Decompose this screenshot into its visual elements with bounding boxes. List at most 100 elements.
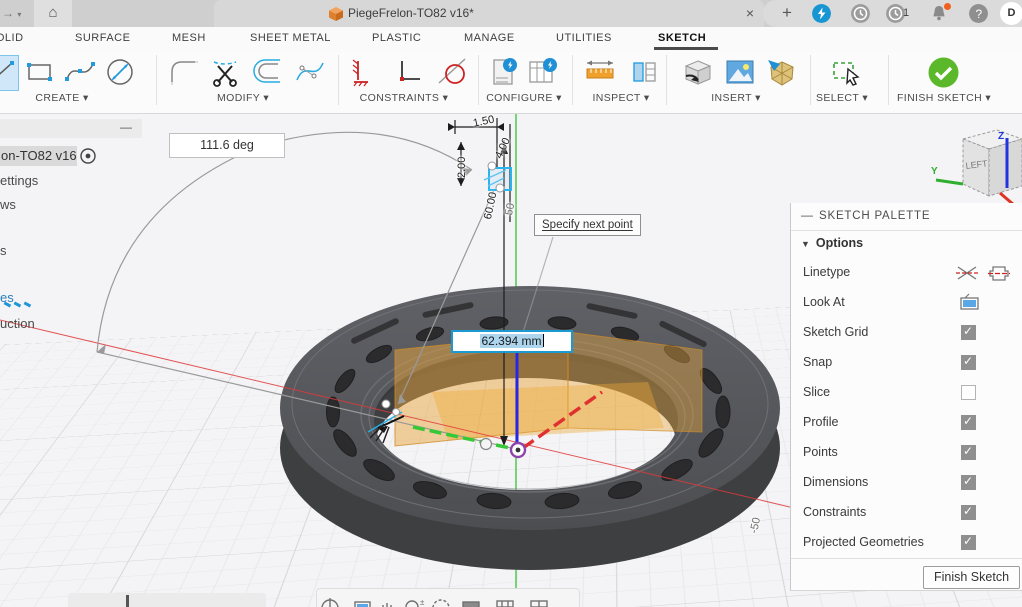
document-title: PiegeFrelon-TO82 v16*: [348, 0, 474, 27]
browser-item-views[interactable]: ws: [0, 197, 16, 212]
tab-sheet-metal[interactable]: SHEET METAL: [250, 27, 331, 50]
tab-close-icon[interactable]: ×: [740, 0, 760, 27]
browser-item-construction[interactable]: uction: [0, 316, 35, 331]
finish-sketch-button[interactable]: Finish Sketch: [923, 566, 1020, 589]
job-status-icon[interactable]: [812, 4, 831, 23]
row-label-constraints: Constraints: [803, 505, 866, 519]
group-label-create[interactable]: CREATE ▾: [35, 92, 88, 104]
points-checkbox[interactable]: [961, 445, 976, 460]
prompt-tooltip: Specify next point: [534, 214, 641, 236]
spline-tool-icon[interactable]: [64, 56, 96, 88]
tab-mesh[interactable]: MESH: [172, 27, 206, 50]
row-label-projected-geometries: Projected Geometries: [803, 535, 924, 549]
rectangle-tool-icon[interactable]: [24, 56, 56, 88]
row-label-look-at: Look At: [803, 295, 845, 309]
pending-jobs-count: 1: [903, 7, 909, 19]
home-button[interactable]: ⌂: [34, 0, 72, 27]
sketch-grid-checkbox[interactable]: [961, 325, 976, 340]
row-label-slice: Slice: [803, 385, 830, 399]
viewcube[interactable]: LEFT Z Y: [930, 124, 1022, 209]
svg-text:?: ?: [976, 7, 983, 21]
timeline-playhead[interactable]: [126, 595, 129, 607]
tangent-constraint-icon[interactable]: [436, 56, 468, 88]
fillet-tool-icon[interactable]: [168, 56, 200, 88]
group-label-modify[interactable]: MODIFY ▾: [217, 92, 269, 104]
palette-title: SKETCH PALETTE: [819, 210, 930, 222]
browser-item-settings[interactable]: ettings: [0, 173, 38, 188]
tab-manage[interactable]: MANAGE: [464, 27, 515, 50]
fit-icon: [433, 600, 449, 607]
construction-linetype-icon[interactable]: [955, 263, 979, 283]
dimensions-checkbox[interactable]: [961, 475, 976, 490]
user-avatar[interactable]: D: [1000, 2, 1022, 25]
viewcube-z-label: Z: [998, 131, 1004, 142]
slice-checkbox[interactable]: [961, 385, 976, 400]
configuration-table-icon[interactable]: [526, 56, 558, 88]
group-label-configure[interactable]: CONFIGURE ▾: [486, 92, 562, 104]
timeline-strip[interactable]: [68, 593, 266, 607]
browser-minimize-button[interactable]: —: [120, 119, 136, 138]
constraints-checkbox[interactable]: [961, 505, 976, 520]
centerline-linetype-icon[interactable]: [987, 263, 1011, 283]
row-label-points: Points: [803, 445, 838, 459]
document-cube-icon: [328, 6, 344, 22]
navigation-toolbar[interactable]: ±: [316, 588, 580, 607]
tab-utilities[interactable]: UTILITIES: [556, 27, 612, 50]
row-label-sketch-grid: Sketch Grid: [803, 325, 868, 339]
snap-checkbox[interactable]: [961, 355, 976, 370]
document-tab[interactable]: [214, 0, 764, 27]
circle-diameter-tool-icon[interactable]: [104, 56, 136, 88]
tab-plastic[interactable]: PLASTIC: [372, 27, 421, 50]
pan-icon: [381, 603, 393, 607]
group-label-select[interactable]: SELECT ▾: [816, 92, 868, 104]
insert-mesh-icon[interactable]: [766, 56, 798, 88]
offset-tool-icon[interactable]: [252, 56, 284, 88]
recent-icon[interactable]: [851, 4, 870, 23]
profile-checkbox[interactable]: [961, 415, 976, 430]
vertical-constraint-icon[interactable]: [348, 56, 380, 88]
edit-spline-icon[interactable]: [294, 56, 326, 88]
group-label-insert[interactable]: INSERT ▾: [711, 92, 761, 104]
palette-options-section[interactable]: ▼Options: [801, 236, 863, 250]
document-active-icon[interactable]: [80, 148, 97, 165]
section-analysis-icon[interactable]: [628, 56, 660, 88]
browser-item-origin[interactable]: s: [0, 243, 7, 258]
group-label-constraints[interactable]: CONSTRAINTS ▾: [360, 92, 449, 104]
notification-dot: [944, 3, 951, 10]
projected-geometries-checkbox[interactable]: [961, 535, 976, 550]
row-label-profile: Profile: [803, 415, 838, 429]
browser-item-document[interactable]: on-TO82 v16: [1, 148, 77, 163]
group-label-inspect[interactable]: INSPECT ▾: [592, 92, 649, 104]
sketch-selection-ticks: [4, 303, 34, 311]
viewcube-y-label: Y: [931, 166, 938, 177]
dimension-input[interactable]: 62.394 mm: [451, 330, 573, 353]
tab-solid[interactable]: SOLID: [0, 27, 24, 50]
new-tab-icon[interactable]: +: [777, 0, 797, 27]
look-at-icon[interactable]: [959, 293, 981, 311]
row-label-snap: Snap: [803, 355, 832, 369]
ribbon-toolbar: CREATE ▾ MODIFY ▾ CONSTRAINTS ▾ CONFIGUR…: [0, 50, 1022, 114]
row-label-dimensions: Dimensions: [803, 475, 868, 489]
angle-dimension-box[interactable]: 111.6 deg: [169, 133, 285, 158]
finish-sketch-icon[interactable]: [928, 57, 959, 88]
svg-text:±: ±: [420, 598, 425, 607]
tab-surface[interactable]: SURFACE: [75, 27, 130, 50]
help-icon[interactable]: ?: [969, 4, 988, 23]
display-settings-icon: [463, 602, 479, 607]
configure-feature-icon[interactable]: [486, 56, 518, 88]
perpendicular-constraint-icon[interactable]: [392, 56, 424, 88]
ribbon-tab-bar: SOLID SURFACE MESH SHEET METAL PLASTIC M…: [0, 27, 1022, 50]
measure-icon[interactable]: [584, 56, 616, 88]
palette-minimize-button[interactable]: —: [801, 208, 813, 222]
line-tool-active[interactable]: [0, 55, 19, 91]
nav-forward-icon[interactable]: → ▾: [2, 0, 21, 27]
zoom-icon: [406, 601, 418, 607]
insert-derive-icon[interactable]: [682, 56, 714, 88]
palette-divider: [791, 558, 1022, 559]
group-label-finish-sketch[interactable]: FINISH SKETCH ▾: [897, 92, 991, 104]
grid-label-50: 50: [503, 202, 517, 216]
title-bar: → ▾ ⌂ PiegeFrelon-TO82 v16* × + 1 ? D: [0, 0, 1022, 27]
select-tool-icon[interactable]: [830, 56, 862, 88]
insert-image-icon[interactable]: [724, 56, 756, 88]
trim-tool-icon[interactable]: [210, 56, 242, 88]
